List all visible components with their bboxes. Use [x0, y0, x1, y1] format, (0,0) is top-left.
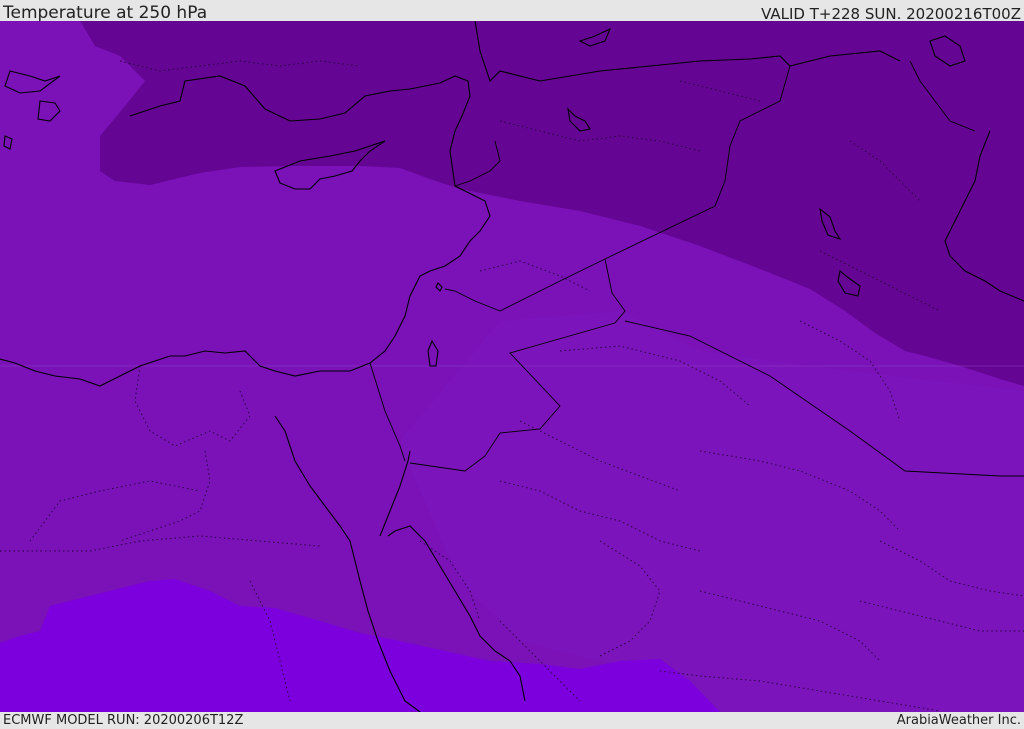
model-run-label: ECMWF MODEL RUN: 20200206T12Z: [3, 713, 244, 728]
attribution-label: ArabiaWeather Inc.: [896, 713, 1021, 728]
map-viewer: Temperature at 250 hPa VALID T+228 SUN. …: [0, 0, 1024, 729]
temperature-map: [0, 21, 1024, 712]
footer-bar: ECMWF MODEL RUN: 20200206T12Z ArabiaWeat…: [0, 712, 1024, 729]
map-canvas: [0, 21, 1024, 712]
header-bar: Temperature at 250 hPa VALID T+228 SUN. …: [0, 0, 1024, 23]
